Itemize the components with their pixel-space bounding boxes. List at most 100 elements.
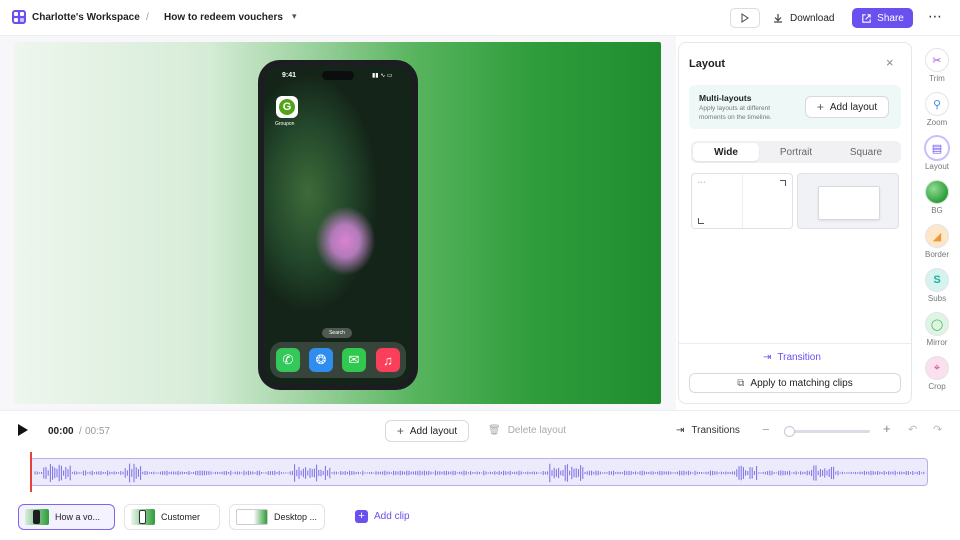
transitions-button[interactable]: ⇥ Transitions <box>676 425 740 436</box>
tool-background[interactable]: BG <box>914 176 960 218</box>
layout-option-default[interactable] <box>797 173 899 229</box>
clip-item[interactable]: Customer <box>124 504 220 530</box>
app-label: Groupon <box>275 121 295 127</box>
groupon-app-icon: G <box>276 96 298 118</box>
panel-add-layout-button[interactable]: + Add layout <box>805 96 889 118</box>
preview-stage: 9:41 ▮▮ ∿ ▭ G Groupon Search ✆ ❂ ✉ ♫ <box>0 36 676 410</box>
phone-screen: 9:41 ▮▮ ∿ ▭ G Groupon Search ✆ ❂ ✉ ♫ <box>264 66 412 384</box>
add-layout-label: Add layout <box>409 425 458 437</box>
clip-thumbnail <box>236 509 268 525</box>
zoom-slider[interactable] <box>784 426 870 437</box>
tool-zoom[interactable]: ⚲ Zoom <box>914 88 960 130</box>
tool-border[interactable]: ◢ Border <box>914 220 960 262</box>
transitions-label: Transitions <box>691 425 740 436</box>
status-time: 9:41 <box>282 72 297 79</box>
download-icon <box>774 14 782 23</box>
tool-trim[interactable]: ✂ Trim <box>914 44 960 86</box>
tab-portrait[interactable]: Portrait <box>763 143 829 161</box>
groupon-letter: G <box>279 99 295 115</box>
share-label: Share <box>877 12 904 24</box>
plus-icon: + <box>396 424 404 438</box>
tool-label: Layout <box>924 162 950 171</box>
share-button[interactable]: Share <box>852 8 913 28</box>
breadcrumb-separator: / <box>146 12 149 23</box>
more-options-icon[interactable]: ⋯ <box>928 8 943 25</box>
divider <box>742 174 743 228</box>
messages-app-icon: ✉ <box>342 348 366 372</box>
layout-option-focus[interactable]: ••• <box>691 173 793 229</box>
tool-subtitles[interactable]: S Subs <box>914 264 960 306</box>
multi-layouts-title: Multi-layouts <box>699 93 752 103</box>
tools-sidebar: ✂ Trim ⚲ Zoom ▤ Layout BG ◢ Border S Sub… <box>914 36 960 410</box>
panel-add-layout-label: Add layout <box>829 101 878 113</box>
clip-label: How a vo... <box>55 512 101 522</box>
apply-to-matching-label: Apply to matching clips <box>750 377 853 389</box>
multi-layouts-description: Apply layouts at different moments on th… <box>699 105 772 121</box>
scissors-icon: ✂ <box>925 48 949 72</box>
play-icon[interactable] <box>18 424 28 436</box>
transition-label: Transition <box>777 352 821 363</box>
multi-layouts-card: Multi-layouts Apply layouts at different… <box>689 85 901 129</box>
phone-mockup: 9:41 ▮▮ ∿ ▭ G Groupon Search ✆ ❂ ✉ ♫ <box>258 60 418 390</box>
project-title[interactable]: How to redeem vouchers <box>164 12 283 23</box>
clip-thumbnail <box>25 509 49 525</box>
tool-crop[interactable]: ⌖ Crop <box>914 352 960 394</box>
tool-label: Crop <box>928 382 946 391</box>
tool-label: Subs <box>927 294 947 303</box>
delete-layout-label: Delete layout <box>507 425 567 436</box>
dynamic-island <box>322 71 354 80</box>
clips-strip: How a vo... Customer Desktop ... + Add c… <box>0 498 960 540</box>
workspace-logo-icon[interactable] <box>12 10 26 24</box>
workspace-name[interactable]: Charlotte's Workspace <box>32 12 140 23</box>
tool-label: Trim <box>929 74 945 83</box>
panel-title: Layout <box>689 58 726 70</box>
search-pill: Search <box>322 328 352 338</box>
close-icon[interactable]: × <box>886 55 894 70</box>
tool-label: Zoom <box>926 118 948 127</box>
transition-button[interactable]: ⇥ Transition <box>763 352 821 363</box>
screen-frame-icon <box>818 186 880 220</box>
clip-item[interactable]: How a vo... <box>18 504 115 530</box>
tool-label: BG <box>931 206 943 215</box>
dots-icon: ••• <box>698 180 707 186</box>
music-app-icon: ♫ <box>376 348 400 372</box>
add-clip-button[interactable]: + Add clip <box>355 510 410 523</box>
border-icon: ◢ <box>925 224 949 248</box>
delete-layout-button[interactable]: 🗑 Delete layout <box>488 425 566 436</box>
phone-dock: ✆ ❂ ✉ ♫ <box>270 342 406 378</box>
timeline-controls: 00:00 / 00:57 + Add layout 🗑 Delete layo… <box>0 410 960 450</box>
audio-waveform-track[interactable] <box>30 458 928 486</box>
apply-to-matching-clips-button[interactable]: ⧉ Apply to matching clips <box>689 373 901 393</box>
chevron-down-icon[interactable]: ▾ <box>292 11 297 22</box>
tool-mirror[interactable]: ◯ Mirror <box>914 308 960 350</box>
tab-square[interactable]: Square <box>833 143 899 161</box>
clip-item[interactable]: Desktop ... <box>229 504 325 530</box>
tool-label: Border <box>924 250 949 259</box>
waveform <box>34 463 925 483</box>
zoom-out-icon[interactable]: − <box>762 422 770 437</box>
current-time: 00:00 <box>48 426 74 437</box>
mirror-icon: ◯ <box>925 312 949 336</box>
search-pill-label: Search <box>329 330 345 336</box>
undo-icon[interactable]: ↶ <box>908 423 917 436</box>
redo-icon[interactable]: ↷ <box>933 423 942 436</box>
tool-layout[interactable]: ▤ Layout <box>914 132 960 174</box>
play-outline-icon <box>741 13 749 23</box>
download-button[interactable]: Download <box>772 8 844 28</box>
video-canvas[interactable]: 9:41 ▮▮ ∿ ▭ G Groupon Search ✆ ❂ ✉ ♫ <box>14 42 661 404</box>
zoom-in-icon[interactable]: + <box>883 421 891 436</box>
playhead[interactable] <box>30 452 32 492</box>
transition-arrow-icon: ⇥ <box>676 425 685 436</box>
tool-label: Mirror <box>926 338 948 347</box>
zoom-slider-handle[interactable] <box>784 426 795 437</box>
subtitles-icon: S <box>925 268 949 292</box>
tab-wide[interactable]: Wide <box>693 143 759 161</box>
signal-wifi-battery-icon: ▮▮ ∿ ▭ <box>372 73 393 79</box>
plus-square-icon: + <box>355 510 368 523</box>
share-icon <box>862 13 871 23</box>
aspect-ratio-tabs: Wide Portrait Square <box>691 141 901 163</box>
preview-play-button[interactable] <box>730 8 760 28</box>
transition-arrow-icon: ⇥ <box>763 352 772 363</box>
corner-bottom-left-icon <box>698 218 704 224</box>
add-layout-button[interactable]: + Add layout <box>385 420 469 442</box>
